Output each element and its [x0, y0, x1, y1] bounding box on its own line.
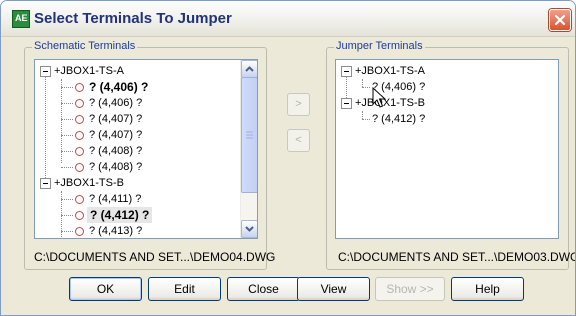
- tree-node-terminal[interactable]: ? (4,407) ?: [89, 111, 142, 127]
- terminal-circle-icon: [75, 195, 84, 204]
- terminal-circle-icon: [75, 211, 84, 220]
- tree-node-parent[interactable]: +JBOX1-TS-B: [54, 175, 124, 191]
- tree-line: [61, 167, 73, 168]
- terminal-circle-icon: [75, 99, 84, 108]
- app-icon-glyph: AE: [15, 13, 28, 23]
- collapse-icon[interactable]: [341, 98, 352, 109]
- tree-node-terminal[interactable]: ? (4,406) ?: [89, 95, 142, 111]
- terminal-circle-icon: [75, 227, 84, 236]
- chevron-down-icon: [245, 226, 254, 232]
- tree-line: [61, 135, 73, 136]
- tree-line: [362, 87, 370, 88]
- tree-node-parent[interactable]: +JBOX1-TS-B: [355, 95, 425, 111]
- terminal-circle-icon: [75, 163, 84, 172]
- tree-node-terminal[interactable]: ? (4,407) ?: [89, 127, 142, 143]
- add-to-jumper-button[interactable]: >: [287, 93, 310, 116]
- tree-line: [362, 119, 370, 120]
- mouse-cursor-icon: [372, 87, 386, 108]
- scroll-thumb[interactable]: [241, 77, 257, 193]
- tree-node-terminal[interactable]: ? (4,411) ?: [89, 191, 141, 207]
- collapse-icon[interactable]: [341, 66, 352, 77]
- scroll-up-button[interactable]: [241, 60, 257, 78]
- tree-line: [61, 199, 73, 200]
- ok-button[interactable]: OK: [69, 277, 142, 301]
- tree-node-parent[interactable]: +JBOX1-TS-A: [54, 63, 124, 79]
- terminal-circle-icon: [75, 115, 84, 124]
- tree-node-terminal-selected[interactable]: ? (4,412) ?: [87, 207, 153, 223]
- window-title: Select Terminals To Jumper: [34, 10, 232, 27]
- tree-node-terminal[interactable]: ? (4,408) ?: [89, 143, 142, 159]
- collapse-icon[interactable]: [40, 66, 51, 77]
- edit-button[interactable]: Edit: [148, 277, 221, 301]
- tree-node-terminal[interactable]: ? (4,412) ?: [372, 111, 425, 127]
- tree-line: [362, 79, 363, 87]
- title-bar[interactable]: AE Select Terminals To Jumper: [1, 1, 575, 37]
- tree-node-terminal[interactable]: ? (4,408) ?: [89, 159, 142, 175]
- help-button[interactable]: Help: [451, 277, 524, 301]
- close-icon: [554, 14, 566, 26]
- tree-node-terminal[interactable]: ? (4,413) ?: [89, 223, 142, 238]
- tree-line: [45, 74, 46, 180]
- tree-line: [61, 87, 73, 88]
- remove-from-jumper-button[interactable]: <: [287, 129, 310, 152]
- terminal-circle-icon: [75, 147, 84, 156]
- terminal-circle-icon: [75, 83, 84, 92]
- collapse-icon[interactable]: [40, 178, 51, 189]
- tree-line: [61, 103, 73, 104]
- scroll-down-button[interactable]: [241, 220, 257, 238]
- chevron-up-icon: [245, 66, 254, 72]
- grip-icon: [246, 131, 253, 139]
- tree-line: [362, 111, 363, 119]
- tree-line: [61, 119, 73, 120]
- schematic-terminals-tree[interactable]: +JBOX1-TS-A ? (4,406) ? ? (4,406) ? ? (4…: [34, 59, 258, 239]
- jumper-terminals-label: Jumper Terminals: [334, 40, 425, 52]
- tree-node-parent[interactable]: +JBOX1-TS-A: [355, 63, 425, 79]
- terminal-circle-icon: [75, 131, 84, 140]
- dialog-window: AE Select Terminals To Jumper Schematic …: [0, 0, 576, 316]
- schematic-scrollbar[interactable]: [240, 60, 257, 238]
- tree-node-terminal[interactable]: ? (4,406) ?: [89, 79, 148, 95]
- close-window-button[interactable]: [549, 9, 571, 31]
- view-button[interactable]: View: [297, 277, 370, 301]
- close-button[interactable]: Close: [227, 277, 300, 301]
- show-more-button[interactable]: Show >>: [375, 277, 445, 301]
- schematic-terminals-label: Schematic Terminals: [32, 40, 138, 52]
- tree-line: [61, 231, 73, 232]
- tree-line: [61, 151, 73, 152]
- schematic-drawing-path: C:\DOCUMENTS AND SET...\DEMO04.DWG: [34, 250, 276, 264]
- jumper-drawing-path: C:\DOCUMENTS AND SET...\DEMO03.DWG: [338, 250, 576, 264]
- tree-line: [61, 215, 73, 216]
- app-icon: AE: [12, 10, 30, 28]
- jumper-terminals-tree[interactable]: +JBOX1-TS-A ? (4,406) ? +JBOX1-TS-B ? (4…: [335, 59, 559, 239]
